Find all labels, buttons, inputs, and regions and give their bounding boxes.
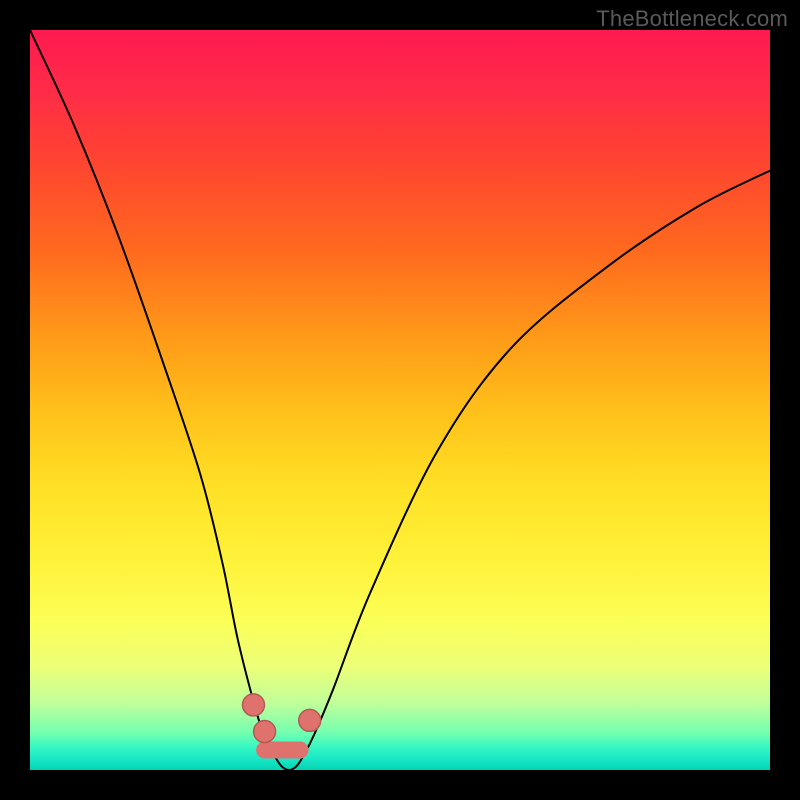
bottleneck-curve-svg [30,30,770,770]
bottleneck-curve [30,30,770,770]
plot-area [30,30,770,770]
marker-group [242,694,320,743]
watermark-text: TheBottleneck.com [596,6,788,32]
valley-marker-0 [242,694,264,716]
valley-marker-2 [299,709,321,731]
chart-frame: TheBottleneck.com [0,0,800,800]
valley-marker-1 [254,721,276,743]
